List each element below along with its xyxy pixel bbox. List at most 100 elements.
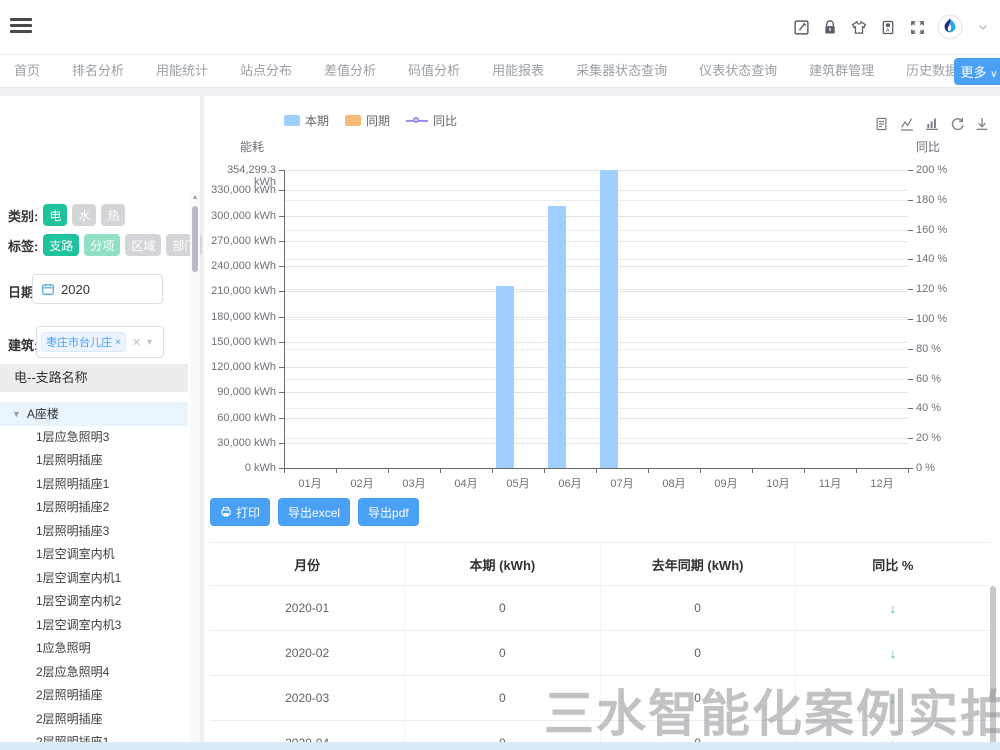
- y-axis-tick-left-9: [279, 241, 284, 242]
- tree-node-root[interactable]: ▼ A座楼: [0, 402, 188, 426]
- y-axis-tick-right-6: [908, 289, 913, 290]
- bar-current-05月[interactable]: [496, 286, 514, 468]
- tree-node-1[interactable]: 1层照明插座: [0, 449, 188, 473]
- tree-node-12[interactable]: 2层照明插座: [0, 708, 188, 732]
- hamburger-menu-icon[interactable]: [10, 15, 32, 37]
- tab-label: 仪表状态查询: [699, 63, 777, 78]
- fullscreen-icon[interactable]: [908, 18, 926, 36]
- tab-item-3[interactable]: 站点分布: [240, 55, 292, 88]
- export-pdf-button[interactable]: 导出pdf: [358, 498, 419, 526]
- date-input[interactable]: 2020: [32, 274, 163, 304]
- sidebar-scrollbar[interactable]: ▲ ▼: [190, 192, 200, 750]
- bar-current-06月[interactable]: [548, 206, 566, 468]
- lock-icon[interactable]: [821, 18, 839, 36]
- tag-option-0[interactable]: 支路: [43, 234, 79, 256]
- y-axis-tick-left-4: [279, 367, 284, 368]
- gridline-left-12: [284, 170, 908, 171]
- refresh-icon[interactable]: [949, 116, 965, 132]
- tag-option-2[interactable]: 区域: [125, 234, 161, 256]
- legend-item-本期[interactable]: 本期: [284, 112, 329, 129]
- download-icon[interactable]: [974, 116, 990, 132]
- tree-node-4[interactable]: 1层照明插座3: [0, 520, 188, 544]
- x-axis-tick-8: [700, 468, 701, 473]
- tab-item-0[interactable]: 首页: [14, 55, 40, 88]
- x-axis-label-7: 08月: [648, 475, 700, 491]
- x-axis-tick-5: [544, 468, 545, 473]
- building-select[interactable]: 枣庄市台儿庄 × ✕ ▼: [36, 326, 164, 358]
- cell-current: 0: [405, 676, 600, 720]
- tree-node-11[interactable]: 2层照明插座: [0, 684, 188, 708]
- y-axis-label-left-8: 240,000 kWh: [204, 260, 276, 272]
- tab-item-10[interactable]: 历史数据: [906, 55, 958, 88]
- legend-label: 同比: [433, 112, 457, 129]
- left-axis-title: 能耗: [240, 138, 264, 155]
- y-axis-tick-left-8: [279, 266, 284, 267]
- line-chart-toggle-icon[interactable]: [899, 116, 915, 132]
- chevron-down-icon[interactable]: [974, 18, 992, 36]
- tab-item-9[interactable]: 建筑群管理: [809, 55, 874, 88]
- category-filter-row: 类别: 电水热: [8, 204, 130, 226]
- gridline-left-10: [284, 216, 908, 217]
- tag-option-1[interactable]: 分项: [84, 234, 120, 256]
- category-option-0[interactable]: 电: [43, 204, 67, 226]
- table-scrollbar-thumb[interactable]: [990, 586, 996, 750]
- tree-node-8[interactable]: 1层空调室内机3: [0, 614, 188, 638]
- tree-node-0[interactable]: 1层应急照明3: [0, 426, 188, 450]
- tree-children: 1层应急照明31层照明插座1层照明插座11层照明插座21层照明插座31层空调室内…: [0, 426, 188, 750]
- theme-icon[interactable]: [850, 18, 868, 36]
- tab-label: 首页: [14, 63, 40, 78]
- cell-current: 0: [405, 631, 600, 675]
- tree-node-6[interactable]: 1层空调室内机1: [0, 567, 188, 591]
- y-axis-label-left-7: 210,000 kWh: [204, 285, 276, 297]
- brand-logo[interactable]: [937, 14, 963, 40]
- tab-item-6[interactable]: 用能报表: [492, 55, 544, 88]
- bar-chart-toggle-icon[interactable]: [924, 116, 940, 132]
- tree-node-10[interactable]: 2层应急照明4: [0, 661, 188, 685]
- tab-item-1[interactable]: 排名分析: [72, 55, 124, 88]
- bar-current-07月[interactable]: [600, 170, 618, 468]
- tree-node-2[interactable]: 1层照明插座1: [0, 473, 188, 497]
- tab-item-7[interactable]: 采集器状态查询: [576, 55, 667, 88]
- tree-node-7[interactable]: 1层空调室内机2: [0, 590, 188, 614]
- tree-node-5[interactable]: 1层空调室内机: [0, 543, 188, 567]
- circuit-tree: ▼ A座楼 1层应急照明31层照明插座1层照明插座11层照明插座21层照明插座3…: [0, 402, 188, 750]
- table-body: 2020-0100↓2020-0200↓2020-0300↓2020-0400↓: [210, 586, 990, 750]
- scroll-up-icon[interactable]: ▲: [190, 194, 200, 201]
- legend-item-同比[interactable]: 同比: [406, 112, 457, 129]
- tab-item-2[interactable]: 用能统计: [156, 55, 208, 88]
- legend-swatch-icon: [345, 115, 361, 126]
- tab-item-4[interactable]: 差值分析: [324, 55, 376, 88]
- tree-node-3[interactable]: 1层照明插座2: [0, 496, 188, 520]
- log-icon[interactable]: [792, 18, 810, 36]
- idcard-icon[interactable]: A: [879, 18, 897, 36]
- category-option-1[interactable]: 水: [72, 204, 96, 226]
- tree-node-9[interactable]: 1应急照明: [0, 637, 188, 661]
- tab-label: 采集器状态查询: [576, 63, 667, 78]
- y-axis-label-right-7: 140 %: [916, 253, 960, 265]
- tab-item-8[interactable]: 仪表状态查询: [699, 55, 777, 88]
- category-option-2[interactable]: 热: [101, 204, 125, 226]
- tab-label: 码值分析: [408, 63, 460, 78]
- cell-month: 2020-01: [210, 586, 405, 630]
- tab-item-5[interactable]: 码值分析: [408, 55, 460, 88]
- legend-label: 同期: [366, 112, 390, 129]
- legend-item-同期[interactable]: 同期: [345, 112, 390, 129]
- y-axis-tick-left-6: [279, 317, 284, 318]
- building-tag-close-icon[interactable]: ×: [115, 337, 121, 348]
- y-axis-label-left-9: 270,000 kWh: [204, 235, 276, 247]
- tree-expand-icon[interactable]: ▼: [12, 409, 21, 419]
- more-button[interactable]: 更多 ∨: [954, 58, 1000, 85]
- date-value: 2020: [61, 282, 90, 297]
- table-scrollbar[interactable]: [990, 586, 998, 750]
- data-view-icon[interactable]: [874, 116, 890, 132]
- sidebar-scrollbar-thumb[interactable]: [192, 206, 198, 272]
- horizontal-scrollbar[interactable]: [0, 742, 1000, 750]
- gridline-left-6: [284, 317, 908, 318]
- export-excel-button[interactable]: 导出excel: [278, 498, 350, 526]
- action-buttons: 打印 导出excel 导出pdf: [210, 498, 419, 526]
- select-dropdown-icon[interactable]: ▼: [145, 337, 154, 347]
- comparison-chart: 本期同期同比 能耗 同比 0 kWh: [204, 96, 1000, 498]
- y-axis-label-right-9: 180 %: [916, 194, 960, 206]
- select-clear-icon[interactable]: ✕: [132, 336, 141, 349]
- print-button[interactable]: 打印: [210, 498, 270, 526]
